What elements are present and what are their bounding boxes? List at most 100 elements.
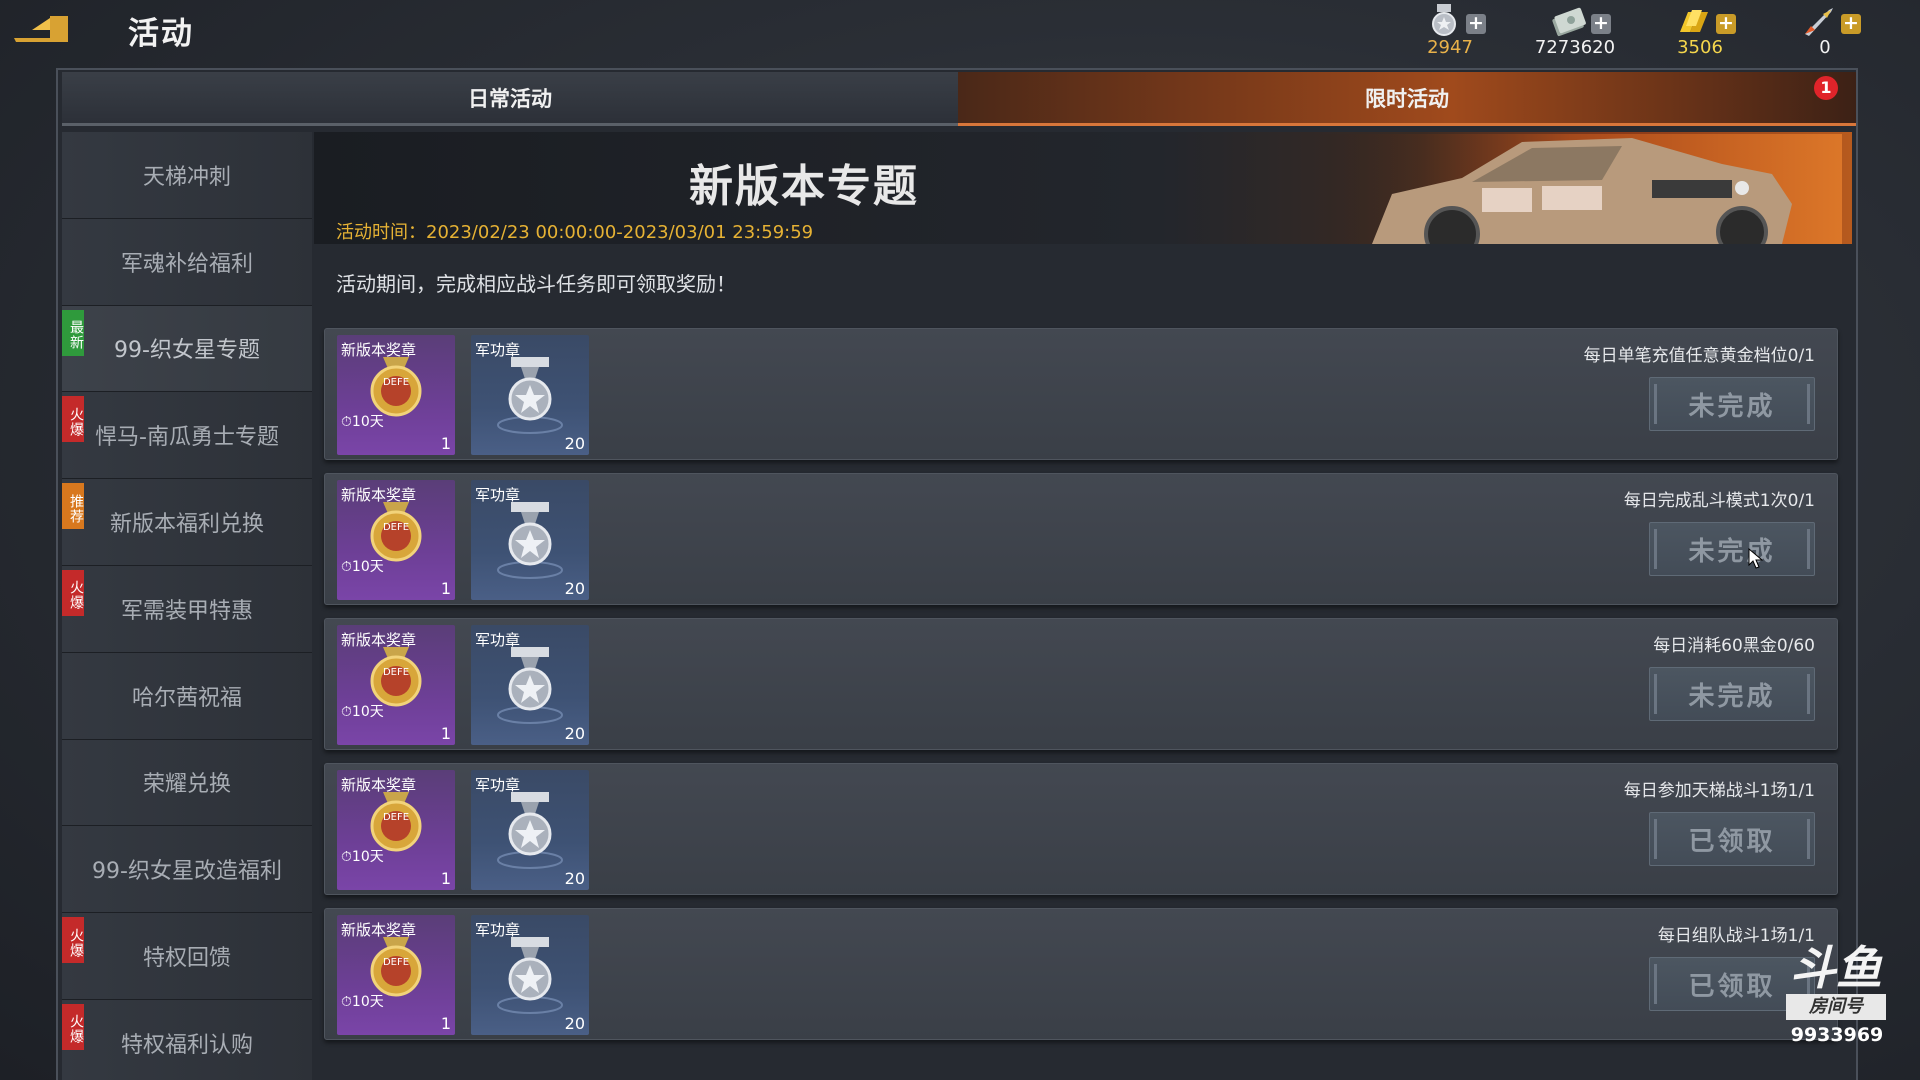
reward-timer-value: 10天 (351, 704, 384, 720)
sidebar-item-label: 99-织女星改造福利 (92, 859, 282, 885)
reward-count: 1 (440, 869, 451, 888)
new-version-medal-icon: DEFE (370, 792, 422, 852)
rocket-icon (1805, 8, 1833, 36)
task-row: DEFE 新版本奖章 ⏱10天 1 军功章 20 每日组队战斗1场1/1 已领取 (324, 908, 1838, 1040)
reward-timer-value: 10天 (351, 849, 384, 865)
svg-text:DEFE: DEFE (383, 667, 409, 678)
tab-bar: 日常活动 限时活动 1 (62, 72, 1856, 128)
svg-text:DEFE: DEFE (383, 522, 409, 533)
sidebar-item[interactable]: 火爆军需装甲特惠 (62, 565, 312, 653)
sidebar-item-label: 悍马-南瓜勇士专题 (95, 425, 279, 451)
reward-timer: ⏱10天 (341, 559, 384, 575)
page-title: 活动 (128, 16, 194, 52)
sidebar-item-label: 荣耀兑换 (142, 772, 231, 798)
activity-banner: 新版本专题 活动时间：2023/02/23 00:00:00-2023/03/0… (314, 132, 1852, 244)
humvee-vehicle-icon (1302, 134, 1842, 244)
reward-count: 20 (564, 1014, 585, 1033)
sidebar-item-tag: 火爆 (62, 569, 84, 616)
sidebar-item[interactable]: 99-织女星改造福利 (62, 826, 312, 914)
sidebar-item-tag: 火爆 (62, 396, 84, 443)
top-bar: 活动 + 2947 + 7273620 + 3506 + 0 (0, 0, 1920, 62)
reward-new-version-medal[interactable]: DEFE 新版本奖章 ⏱10天 1 (337, 335, 455, 455)
banner-title: 新版本专题 (689, 161, 919, 212)
room-label: 房间号 (1786, 994, 1886, 1020)
reward-name: 新版本奖章 (341, 341, 417, 359)
task-status-button[interactable]: 未完成 (1649, 377, 1815, 431)
douyu-watermark: 斗鱼 房间号 9933969 (1782, 940, 1892, 1050)
sidebar-item[interactable]: 天梯冲刺 (62, 132, 312, 219)
new-version-medal-icon: DEFE (370, 937, 422, 997)
new-version-medal-icon: DEFE (370, 647, 422, 707)
add-rocket-button[interactable]: + (1841, 14, 1861, 34)
merit-medal-icon (497, 792, 563, 869)
add-medal-button[interactable]: + (1466, 14, 1486, 34)
sidebar-item-tag: 推荐 (62, 483, 84, 530)
add-cash-button[interactable]: + (1591, 14, 1611, 34)
sidebar-item-label: 天梯冲刺 (142, 164, 231, 190)
task-status-button[interactable]: 未完成 (1649, 522, 1815, 576)
gold-bar-icon (1680, 10, 1708, 32)
task-status-button[interactable]: 未完成 (1649, 667, 1815, 721)
reward-count: 1 (440, 724, 451, 743)
reward-merit-medal[interactable]: 军功章 20 (471, 770, 589, 890)
sidebar-item[interactable]: 荣耀兑换 (62, 739, 312, 827)
reward-name: 军功章 (475, 921, 521, 939)
sidebar-item-label: 特权福利认购 (120, 1032, 253, 1058)
sidebar-item[interactable]: 军魂补给福利 (62, 218, 312, 306)
reward-timer: ⏱10天 (341, 849, 384, 865)
task-requirement: 每日消耗60黑金0/60 (1653, 636, 1815, 656)
sidebar-item-label: 军需装甲特惠 (120, 598, 253, 624)
sidebar-item[interactable]: 推荐 新版本福利兑换 (62, 479, 312, 566)
task-row: DEFE 新版本奖章 ⏱10天 1 军功章 20 每日参加天梯战斗1场1/1 已领取 (324, 763, 1838, 895)
sidebar-item-label: 军魂补给福利 (120, 251, 253, 277)
reward-count: 20 (564, 579, 585, 598)
reward-name: 军功章 (475, 486, 521, 504)
currency-medal: + 2947 (1390, 2, 1510, 60)
reward-timer: ⏱10天 (341, 414, 384, 430)
reward-timer-value: 10天 (351, 994, 384, 1010)
tab-limited-activities[interactable]: 限时活动 1 (958, 72, 1856, 126)
reward-merit-medal[interactable]: 军功章 20 (471, 625, 589, 745)
back-button[interactable] (10, 8, 74, 44)
merit-medal-icon (497, 937, 563, 1014)
task-status-button[interactable]: 已领取 (1649, 812, 1815, 866)
sidebar-item-tag: 火爆 (62, 917, 84, 964)
reward-name: 新版本奖章 (341, 631, 417, 649)
currency-rocket: + 0 (1765, 2, 1885, 60)
sidebar-item[interactable]: 火爆特权福利认购 (62, 999, 312, 1080)
reward-count: 1 (440, 579, 451, 598)
reward-timer-value: 10天 (351, 414, 384, 430)
gold-value: 3506 (1677, 37, 1723, 58)
svg-text:斗鱼: 斗鱼 (1790, 941, 1883, 992)
reward-new-version-medal[interactable]: DEFE 新版本奖章 ⏱10天 1 (337, 915, 455, 1035)
reward-count: 1 (440, 434, 451, 453)
reward-new-version-medal[interactable]: DEFE 新版本奖章 ⏱10天 1 (337, 770, 455, 890)
merit-medal-icon (497, 357, 563, 434)
cash-icon (1552, 7, 1586, 37)
task-row: DEFE 新版本奖章 ⏱10天 1 军功章 20 每日单笔充值任意黄金档位0/1 未完成 (324, 328, 1838, 460)
task-row: DEFE 新版本奖章 ⏱10天 1 军功章 20 每日消耗60黑金0/60 未完成 (324, 618, 1838, 750)
reward-merit-medal[interactable]: 军功章 20 (471, 335, 589, 455)
sidebar-item[interactable]: 最新 99-织女星专题 (62, 305, 312, 393)
reward-new-version-medal[interactable]: DEFE 新版本奖章 ⏱10天 1 (337, 480, 455, 600)
reward-merit-medal[interactable]: 军功章 20 (471, 480, 589, 600)
sidebar-item[interactable]: 哈尔茜祝福 (62, 652, 312, 740)
sidebar-item-label: 特权回馈 (142, 946, 231, 972)
sidebar-item[interactable]: 火爆特权回馈 (62, 913, 312, 1000)
reward-name: 新版本奖章 (341, 486, 417, 504)
sidebar-item-tag: 最新 (62, 309, 84, 356)
reward-timer: ⏱10天 (341, 704, 384, 720)
mouse-cursor-icon (1748, 548, 1764, 569)
notification-badge: 1 (1814, 76, 1838, 100)
sidebar-item-label: 新版本福利兑换 (109, 512, 264, 538)
reward-new-version-medal[interactable]: DEFE 新版本奖章 ⏱10天 1 (337, 625, 455, 745)
add-gold-button[interactable]: + (1716, 14, 1736, 34)
tab-daily-activities[interactable]: 日常活动 (62, 72, 958, 126)
reward-name: 军功章 (475, 776, 521, 794)
task-list: DEFE 新版本奖章 ⏱10天 1 军功章 20 每日单笔充值任意黄金档位0/1 未完成 DEF… (324, 328, 1838, 1053)
reward-count: 20 (564, 434, 585, 453)
reward-merit-medal[interactable]: 军功章 20 (471, 915, 589, 1035)
sidebar-item[interactable]: 火爆 悍马-南瓜勇士专题 (62, 392, 312, 480)
sidebar-item-tag: 火爆 (62, 1003, 84, 1050)
reward-name: 新版本奖章 (341, 776, 417, 794)
